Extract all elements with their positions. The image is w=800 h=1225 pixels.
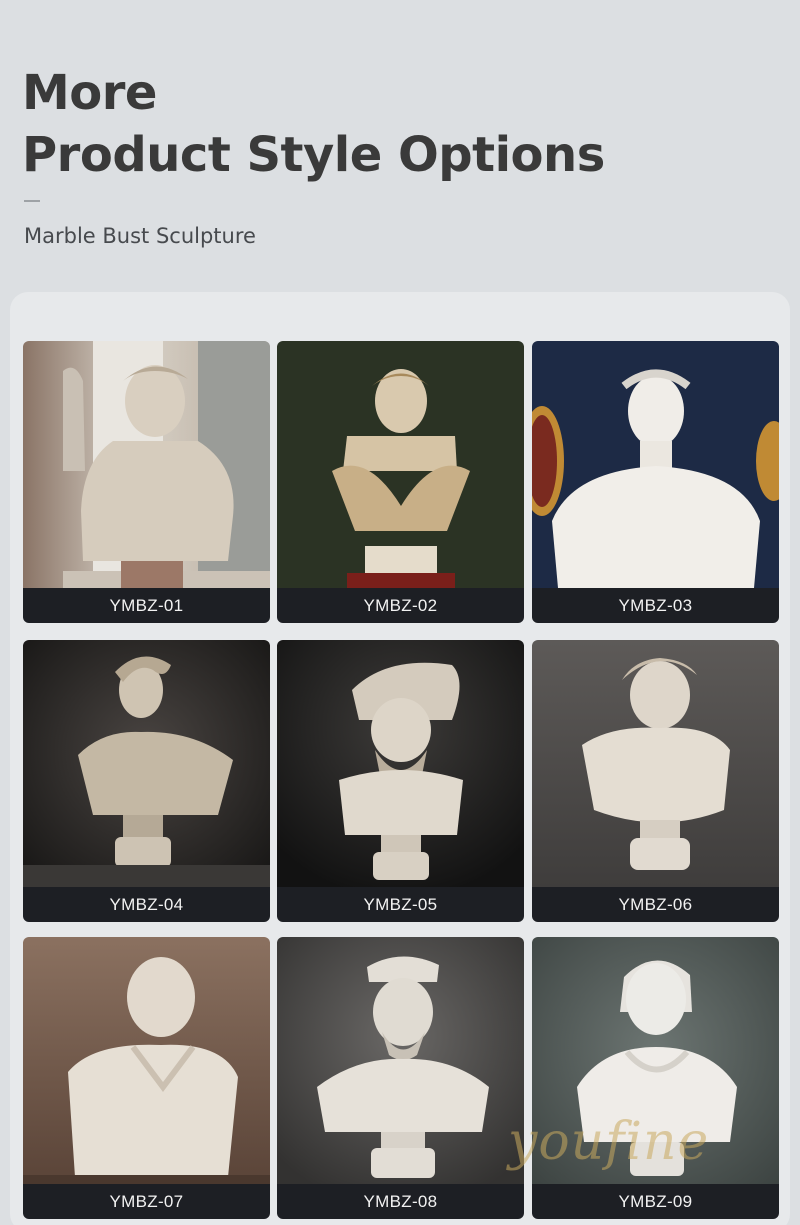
- title-line-2: Product Style Options: [22, 127, 605, 183]
- title-divider: [24, 200, 40, 202]
- page-title: More Product Style Options: [22, 62, 605, 186]
- product-code: YMBZ-04: [23, 887, 270, 922]
- product-code: YMBZ-01: [23, 588, 270, 623]
- product-card[interactable]: YMBZ-05: [277, 640, 524, 922]
- product-card[interactable]: YMBZ-06: [532, 640, 779, 922]
- product-photo: [532, 640, 779, 887]
- product-card[interactable]: YMBZ-01: [23, 341, 270, 623]
- product-card[interactable]: YMBZ-08: [277, 937, 524, 1219]
- product-photo: [532, 341, 779, 588]
- product-photo: [23, 640, 270, 887]
- product-code: YMBZ-02: [277, 588, 524, 623]
- page-subtitle: Marble Bust Sculpture: [24, 224, 256, 248]
- product-photo: [277, 937, 524, 1184]
- product-photo: [23, 341, 270, 588]
- product-photo: [277, 341, 524, 588]
- title-line-1: More: [22, 65, 157, 121]
- product-card[interactable]: YMBZ-04: [23, 640, 270, 922]
- product-code: YMBZ-07: [23, 1184, 270, 1219]
- product-photo: [23, 937, 270, 1184]
- product-card[interactable]: YMBZ-09: [532, 937, 779, 1219]
- product-code: YMBZ-05: [277, 887, 524, 922]
- product-code: YMBZ-03: [532, 588, 779, 623]
- product-card[interactable]: YMBZ-03: [532, 341, 779, 623]
- product-card[interactable]: YMBZ-07: [23, 937, 270, 1219]
- product-code: YMBZ-08: [277, 1184, 524, 1219]
- product-code: YMBZ-09: [532, 1184, 779, 1219]
- watermark-logo: youfine: [508, 1112, 710, 1172]
- product-code: YMBZ-06: [532, 887, 779, 922]
- product-grid-panel: YMBZ-01 YMBZ-02 YMBZ-03 YMBZ-04 YMBZ-05 …: [10, 292, 790, 1225]
- product-card[interactable]: YMBZ-02: [277, 341, 524, 623]
- product-photo: [277, 640, 524, 887]
